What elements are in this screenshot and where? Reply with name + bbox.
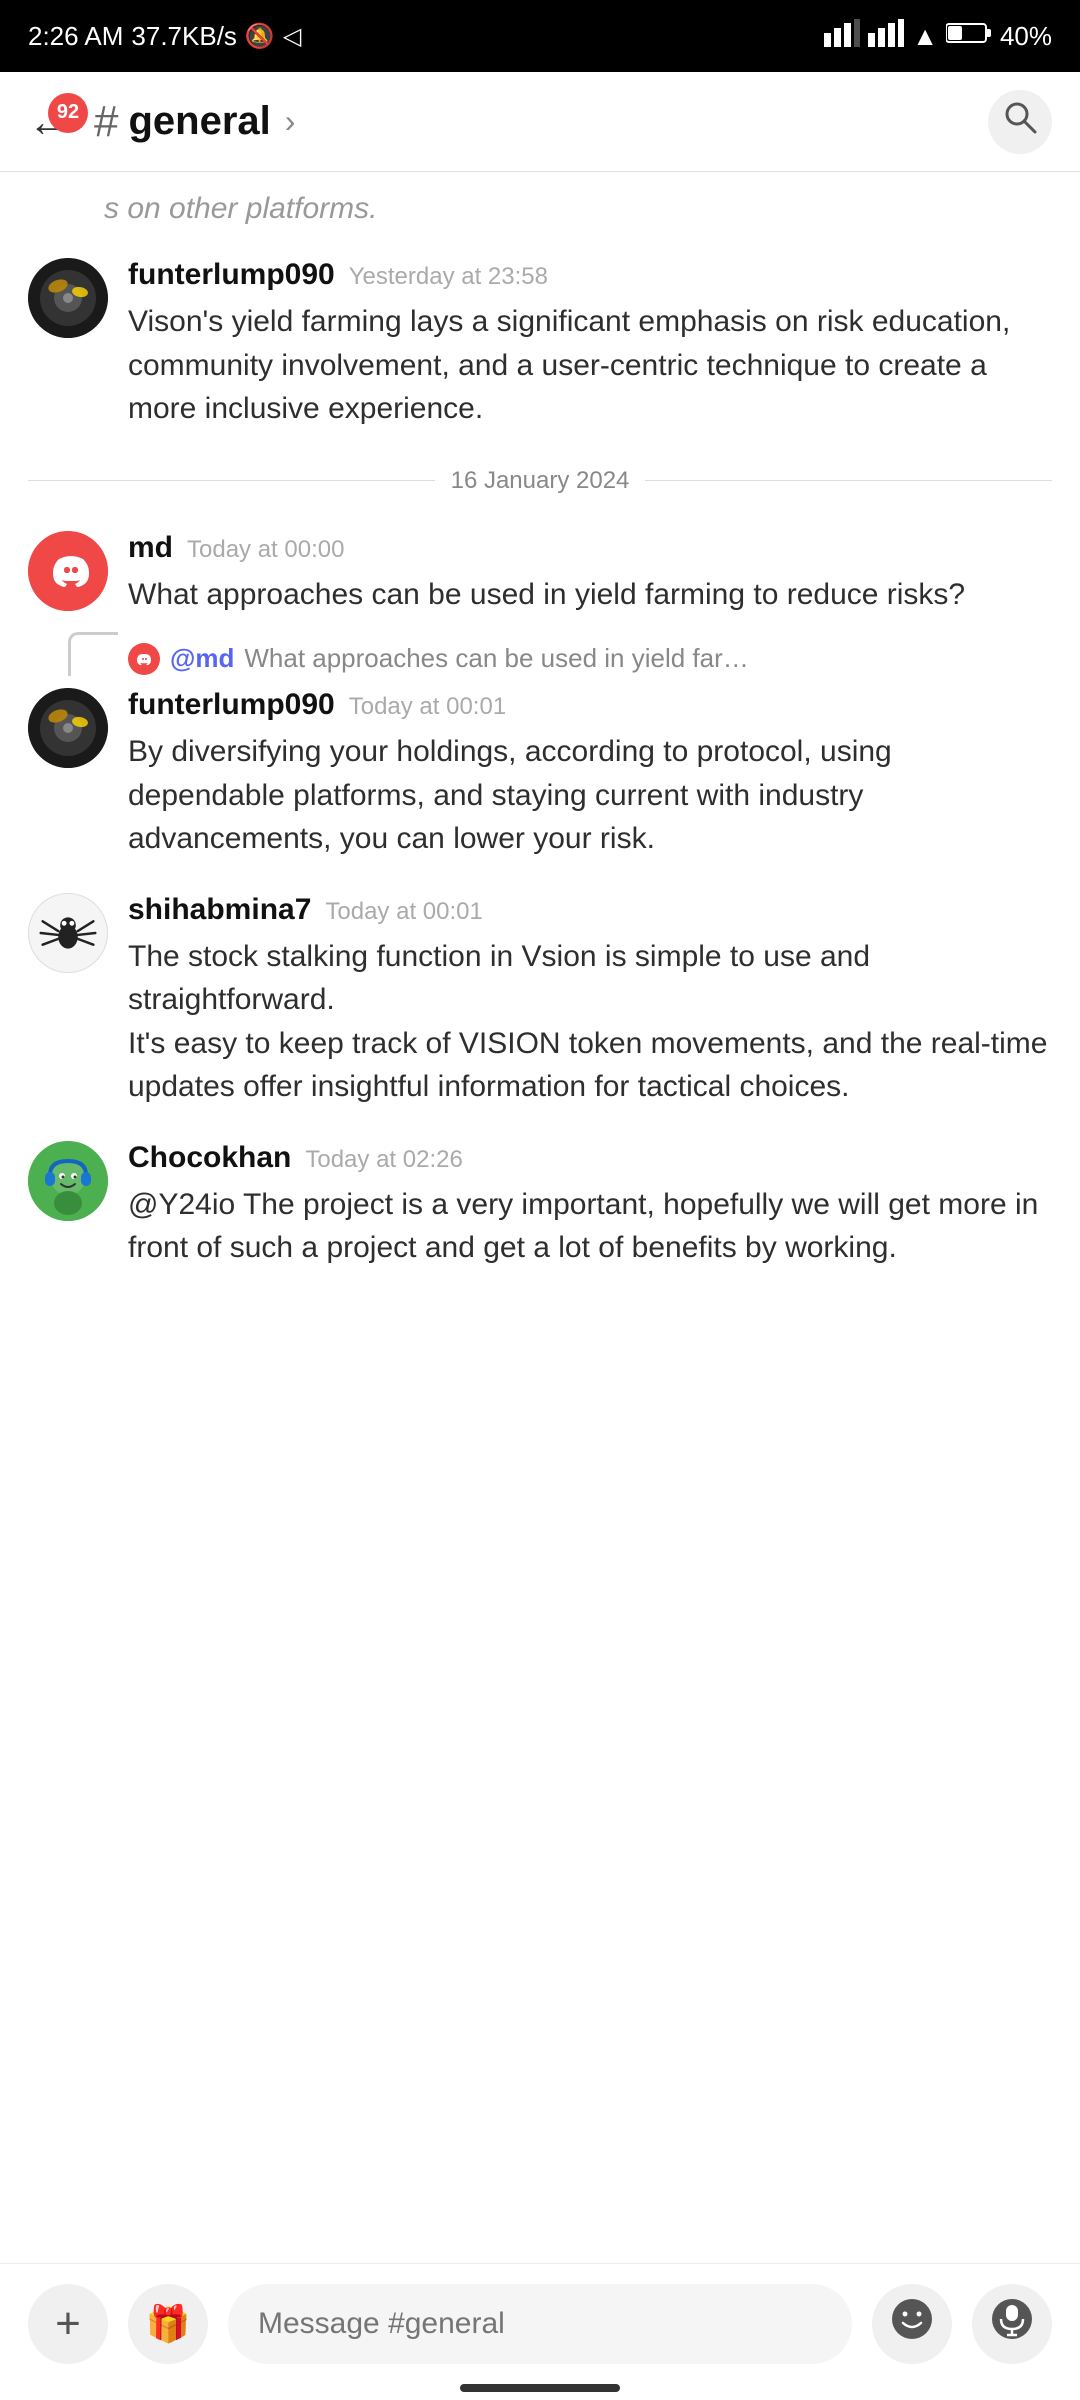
message-header: funterlump090 Today at 00:01 xyxy=(128,688,1052,722)
date-divider: 16 January 2024 xyxy=(0,447,1080,515)
username: md xyxy=(128,531,173,565)
status-bar: 2:26 AM 37.7KB/s 🔕 ◁ ▲ xyxy=(0,0,1080,72)
gift-icon: 🎁 xyxy=(146,2303,191,2345)
battery-percent: 40% xyxy=(1000,21,1052,52)
username: funterlump090 xyxy=(128,688,335,722)
search-icon xyxy=(1002,99,1038,144)
message-content: funterlump090 Yesterday at 23:58 Vison's… xyxy=(128,258,1052,431)
channel-header: ← 92 # general › xyxy=(0,72,1080,172)
reply-discord-icon xyxy=(128,643,160,675)
mic-button[interactable] xyxy=(972,2284,1052,2364)
status-right: ▲ 40% xyxy=(824,19,1052,54)
message-row: funterlump090 Yesterday at 23:58 Vison's… xyxy=(0,242,1080,447)
plus-button[interactable]: + xyxy=(28,2284,108,2364)
message-row: md Today at 00:00 What approaches can be… xyxy=(0,515,1080,633)
reply-mention: @md xyxy=(170,643,234,674)
timestamp: Today at 00:01 xyxy=(325,898,482,926)
channel-hash-icon: # xyxy=(94,97,118,147)
divider-line-right xyxy=(645,480,1052,481)
message-text: What approaches can be used in yield far… xyxy=(128,573,1052,617)
message-text: The stock stalking function in Vsion is … xyxy=(128,935,1052,1109)
wifi-icon: ▲ xyxy=(912,21,938,52)
message-content: funterlump090 Today at 00:01 By diversif… xyxy=(128,688,1052,861)
timestamp: Today at 02:26 xyxy=(305,1146,462,1174)
channel-name: general xyxy=(128,99,270,144)
reply-connector-line xyxy=(68,632,118,676)
timestamp: Yesterday at 23:58 xyxy=(349,263,548,291)
avatar xyxy=(28,1141,108,1221)
message-content: Chocokhan Today at 02:26 @Y24io The proj… xyxy=(128,1141,1052,1270)
gift-button[interactable]: 🎁 xyxy=(128,2284,208,2364)
username: funterlump090 xyxy=(128,258,335,292)
reply-connector-area: @md What approaches can be used in yield… xyxy=(0,632,1080,676)
message-text: Vison's yield farming lays a significant… xyxy=(128,300,1052,431)
reply-quote: @md What approaches can be used in yield… xyxy=(118,632,764,676)
mic-icon xyxy=(990,2297,1034,2351)
emoji-button[interactable] xyxy=(872,2284,952,2364)
home-indicator xyxy=(460,2384,620,2392)
notification-badge: 92 xyxy=(48,93,88,133)
message-header: md Today at 00:00 xyxy=(128,531,1052,565)
channel-info[interactable]: # general › xyxy=(94,97,988,147)
network-speed: 37.7KB/s xyxy=(131,21,237,52)
message-header: Chocokhan Today at 02:26 xyxy=(128,1141,1052,1175)
signal-icon xyxy=(824,19,860,54)
search-button[interactable] xyxy=(988,90,1052,154)
avatar xyxy=(28,258,108,338)
message-content: shihabmina7 Today at 00:01 The stock sta… xyxy=(128,893,1052,1109)
message-row: shihabmina7 Today at 00:01 The stock sta… xyxy=(0,877,1080,1125)
send-icon: ◁ xyxy=(283,22,301,51)
status-left: 2:26 AM 37.7KB/s 🔕 ◁ xyxy=(28,21,301,52)
messages-list: s on other platforms. funterlump090 Yest… xyxy=(0,172,1080,1466)
message-row: funterlump090 Today at 00:01 By diversif… xyxy=(0,672,1080,877)
truncated-message: s on other platforms. xyxy=(0,172,1080,242)
username: shihabmina7 xyxy=(128,893,311,927)
message-row: Chocokhan Today at 02:26 @Y24io The proj… xyxy=(0,1125,1080,1286)
timestamp: Today at 00:01 xyxy=(349,693,506,721)
signal2-icon xyxy=(868,19,904,54)
time: 2:26 AM xyxy=(28,21,123,52)
back-button[interactable]: ← 92 xyxy=(28,101,70,143)
message-header: funterlump090 Yesterday at 23:58 xyxy=(128,258,1052,292)
message-content: md Today at 00:00 What approaches can be… xyxy=(128,531,1052,617)
message-text: By diversifying your holdings, according… xyxy=(128,730,1052,861)
avatar xyxy=(28,688,108,768)
message-header: shihabmina7 Today at 00:01 xyxy=(128,893,1052,927)
notification-mute-icon: 🔕 xyxy=(245,22,275,51)
message-input[interactable] xyxy=(228,2284,852,2364)
message-text: @Y24io The project is a very important, … xyxy=(128,1183,1052,1270)
avatar xyxy=(28,893,108,973)
chevron-right-icon: › xyxy=(285,103,296,140)
timestamp: Today at 00:00 xyxy=(187,536,344,564)
divider-line-left xyxy=(28,480,435,481)
reply-preview-text: What approaches can be used in yield far… xyxy=(244,643,764,674)
emoji-icon xyxy=(890,2297,934,2351)
username: Chocokhan xyxy=(128,1141,291,1175)
date-label: 16 January 2024 xyxy=(451,467,630,495)
battery-icon xyxy=(946,21,992,52)
avatar xyxy=(28,531,108,611)
plus-icon: + xyxy=(55,2299,81,2349)
bottom-input-bar: + 🎁 xyxy=(0,2263,1080,2400)
